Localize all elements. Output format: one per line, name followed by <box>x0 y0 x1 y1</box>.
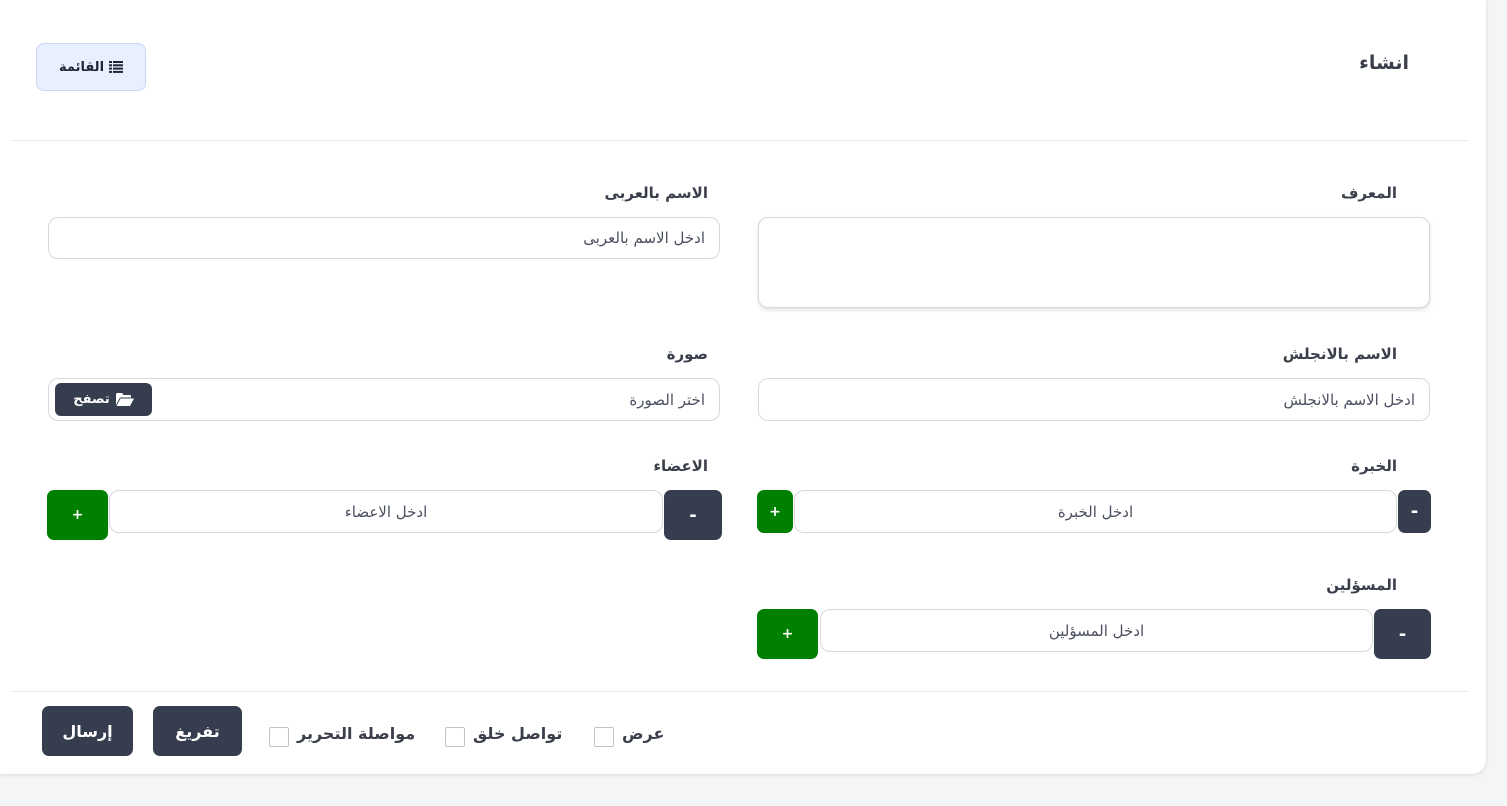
id-label: المعرف <box>1340 184 1397 202</box>
continue-edit-checkbox[interactable] <box>269 727 289 747</box>
officials-remove-button[interactable]: - <box>1374 609 1431 659</box>
continue-create-checkbox-label: تواصل خلق <box>473 724 563 743</box>
members-add-button[interactable]: + <box>47 490 108 540</box>
members-label: الاعضاء <box>653 457 708 475</box>
footer-divider <box>11 691 1468 692</box>
submit-button[interactable]: إرسال <box>42 706 133 756</box>
list-icon <box>109 61 124 73</box>
name-ar-placeholder: ادخل الاسم بالعربى <box>583 229 705 247</box>
name-en-placeholder: ادخل الاسم بالانجلش <box>1283 390 1415 409</box>
name-en-label: الاسم بالانجلش <box>1282 345 1397 363</box>
experience-label: الخبرة <box>1351 457 1397 475</box>
members-remove-button[interactable]: - <box>664 490 722 540</box>
browse-button-label: تصفح <box>73 392 110 407</box>
experience-add-button[interactable]: + <box>757 490 793 533</box>
folder-open-icon <box>115 393 134 406</box>
members-placeholder: ادخل الاعضاء <box>344 502 428 521</box>
continue-edit-checkbox-label: مواصلة التحرير <box>297 724 416 743</box>
experience-placeholder: ادخل الخبرة <box>1057 502 1134 521</box>
name-en-input[interactable]: ادخل الاسم بالانجلش <box>758 378 1430 421</box>
officials-placeholder: ادخل المسؤلين <box>1048 621 1145 640</box>
experience-input[interactable]: ادخل الخبرة <box>794 490 1397 533</box>
officials-add-button[interactable]: + <box>757 609 818 659</box>
image-placeholder: اختر الصورة <box>629 390 705 409</box>
id-textarea[interactable] <box>758 217 1430 308</box>
officials-input[interactable]: ادخل المسؤلين <box>820 609 1373 652</box>
experience-remove-button[interactable]: - <box>1398 490 1431 533</box>
page-title: انشاء <box>1359 52 1409 74</box>
name-ar-label: الاسم بالعربى <box>604 184 708 202</box>
members-input[interactable]: ادخل الاعضاء <box>109 490 663 533</box>
reset-button[interactable]: تفريغ <box>153 706 242 756</box>
view-checkbox-label: عرض <box>622 724 665 743</box>
continue-create-checkbox[interactable] <box>445 727 465 747</box>
list-button-label: القائمة <box>58 59 105 75</box>
officials-label: المسؤلين <box>1326 576 1397 594</box>
form-card: انشاء القائمة المعرف الاسم بالعربى ادخل … <box>0 0 1486 774</box>
header-divider <box>11 140 1468 141</box>
browse-button[interactable]: تصفح <box>55 383 152 416</box>
view-checkbox[interactable] <box>594 727 614 747</box>
list-button[interactable]: القائمة <box>36 43 146 91</box>
image-label: صورة <box>666 345 708 363</box>
name-ar-input[interactable]: ادخل الاسم بالعربى <box>48 217 720 259</box>
